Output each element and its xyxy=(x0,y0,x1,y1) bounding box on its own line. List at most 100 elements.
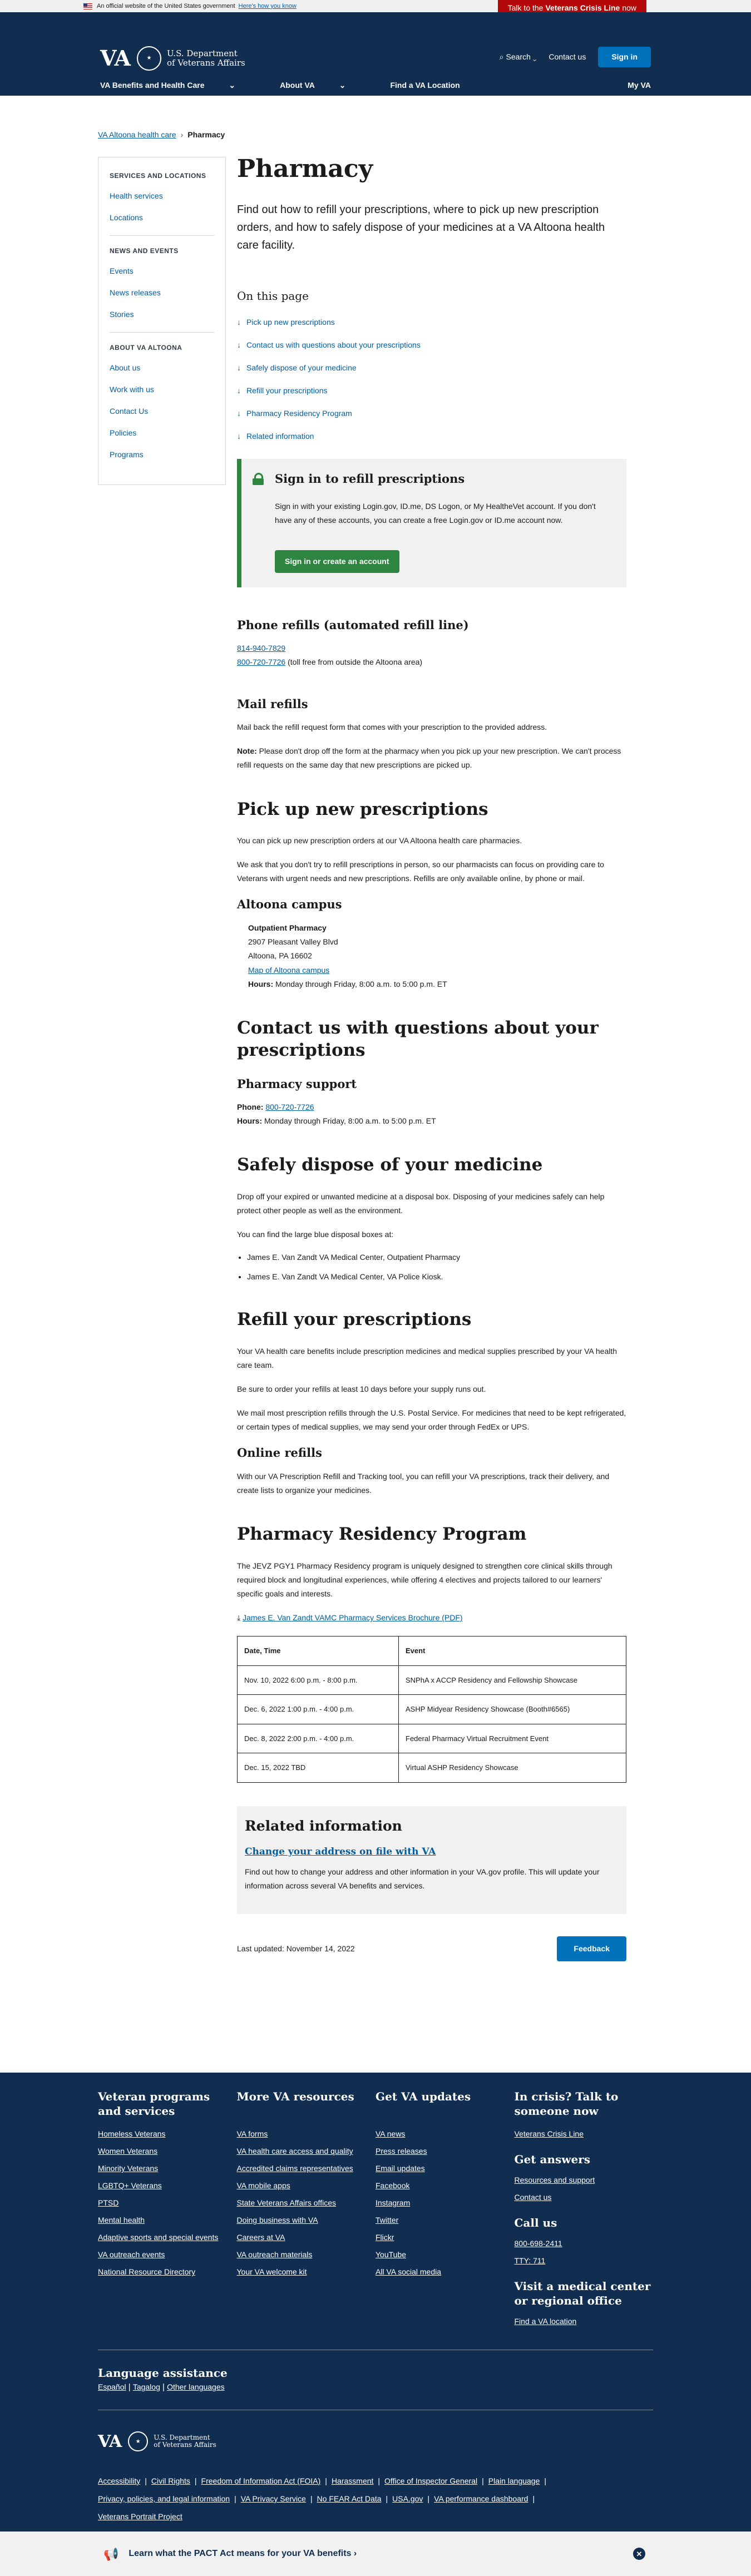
footer-link[interactable]: No FEAR Act Data xyxy=(317,2494,382,2503)
side-nav: SERVICES AND LOCATIONS Health services L… xyxy=(98,157,226,485)
footer-link[interactable]: VA news xyxy=(376,2128,515,2140)
close-icon[interactable]: ✕ xyxy=(633,2548,645,2560)
nav-find-location[interactable]: Find a VA Location xyxy=(390,80,460,91)
footer-link[interactable]: Careers at VA xyxy=(237,2232,376,2243)
footer-link[interactable]: Accredited claims representatives xyxy=(237,2163,376,2174)
tollfree-phone-link[interactable]: 800-720-7726 xyxy=(237,657,285,666)
feedback-button[interactable]: Feedback xyxy=(557,1936,626,1962)
search-button[interactable]: ⌕ Search ⌄ xyxy=(500,51,537,63)
sidenav-item-programs[interactable]: Programs xyxy=(110,444,214,466)
footer-link[interactable]: National Resource Directory xyxy=(98,2266,237,2278)
otp-link[interactable]: Refill your prescriptions xyxy=(237,379,626,402)
pact-text: Learn what the PACT Act means for your V… xyxy=(129,2549,357,2559)
footer-link[interactable]: Civil Rights xyxy=(151,2476,190,2485)
footer-link[interactable]: Resources and support xyxy=(515,2174,654,2186)
footer-link[interactable]: Mental health xyxy=(98,2214,237,2226)
footer-col-programs: Veteran programs and services Homeless V… xyxy=(98,2089,237,2333)
otp-link[interactable]: Pharmacy Residency Program xyxy=(237,402,626,425)
lang-link[interactable]: Español xyxy=(98,2382,126,2391)
sidenav-item-about[interactable]: About us xyxy=(110,357,214,379)
find-location-link[interactable]: Find a VA location xyxy=(515,2316,654,2327)
brochure-link[interactable]: James E. Van Zandt VAMC Pharmacy Service… xyxy=(243,1613,463,1622)
otp-link[interactable]: Related information xyxy=(237,425,626,448)
support-phone-link[interactable]: 800-720-7726 xyxy=(265,1102,314,1111)
crisis-line-link[interactable]: Veterans Crisis Line xyxy=(515,2128,654,2140)
footer-link[interactable]: Facebook xyxy=(376,2180,515,2192)
lang-link[interactable]: Other languages xyxy=(167,2382,225,2391)
footer-link[interactable]: Harassment xyxy=(332,2476,373,2485)
footer-link[interactable]: VA forms xyxy=(237,2128,376,2140)
footer-link[interactable]: State Veterans Affairs offices xyxy=(237,2197,376,2209)
sign-in-create-button[interactable]: Sign in or create an account xyxy=(275,550,399,573)
sign-in-button[interactable]: Sign in xyxy=(598,47,651,67)
contact-us-link[interactable]: Contact us xyxy=(549,51,586,63)
footer-link[interactable]: Office of Inspector General xyxy=(384,2476,477,2485)
footer-tty-link[interactable]: TTY: 711 xyxy=(515,2255,654,2267)
footer-heading: More VA resources xyxy=(236,2090,354,2104)
va-logo[interactable]: VA ★ U.S. Department of Veterans Affairs xyxy=(100,42,245,74)
heres-how-you-know-link[interactable]: Here's how you know xyxy=(239,2,297,11)
dispose-p1: Drop off your expired or unwanted medici… xyxy=(237,1191,605,1215)
sidenav-heading: ABOUT VA ALTOONA xyxy=(110,344,182,352)
sidenav-item-health-services[interactable]: Health services xyxy=(110,185,214,207)
footer-link[interactable]: Homeless Veterans xyxy=(98,2128,237,2140)
footer-link[interactable]: LGBTQ+ Veterans xyxy=(98,2180,237,2192)
sign-in-alert: Sign in to refill prescriptions Sign in … xyxy=(237,458,626,587)
footer-link[interactable]: Instagram xyxy=(376,2197,515,2209)
footer-link[interactable]: Freedom of Information Act (FOIA) xyxy=(201,2476,321,2485)
refill-p3: We mail most prescription refills throug… xyxy=(237,1408,626,1432)
table-row: Dec. 6, 2022 1:00 p.m. - 4:00 p.m. ASHP M… xyxy=(237,1694,626,1724)
site-footer: Veteran programs and services Homeless V… xyxy=(0,2073,751,2576)
sidenav-item-events[interactable]: Events xyxy=(110,260,214,282)
footer-link[interactable]: VA health care access and quality xyxy=(237,2145,376,2157)
phone-refills-heading: Phone refills (automated refill line) xyxy=(237,617,469,632)
footer-link[interactable]: VA outreach materials xyxy=(237,2249,376,2261)
change-address-link[interactable]: Change your address on file with VA xyxy=(245,1846,436,1857)
otp-link[interactable]: Pick up new prescriptions xyxy=(237,311,626,334)
footer-link[interactable]: Contact us xyxy=(515,2192,654,2203)
footer-link[interactable]: Email updates xyxy=(376,2163,515,2174)
footer-link[interactable]: Privacy, policies, and legal information xyxy=(98,2494,230,2503)
footer-logo[interactable]: VA ★ U.S. Department of Veterans Affairs xyxy=(98,2409,653,2454)
footer-link[interactable]: VA outreach events xyxy=(98,2249,237,2261)
footer-link[interactable]: Twitter xyxy=(376,2214,515,2226)
nav-about[interactable]: About VA ⌄ xyxy=(280,80,368,91)
sidenav-item-work[interactable]: Work with us xyxy=(110,379,214,401)
refill-phone-link[interactable]: 814-940-7829 xyxy=(237,644,285,652)
sidenav-item-locations[interactable]: Locations xyxy=(110,207,214,229)
nav-my-va[interactable]: My VA xyxy=(628,80,651,91)
footer-link[interactable]: PTSD xyxy=(98,2197,237,2209)
footer-link[interactable]: USA.gov xyxy=(392,2494,423,2503)
footer-link[interactable]: YouTube xyxy=(376,2249,515,2261)
footer-link[interactable]: All VA social media xyxy=(376,2266,515,2278)
pickup-heading: Pick up new prescriptions xyxy=(237,799,488,819)
footer-link[interactable]: VA mobile apps xyxy=(237,2180,376,2192)
lang-link[interactable]: Tagalog xyxy=(133,2382,160,2391)
breadcrumb-parent[interactable]: VA Altoona health care xyxy=(98,130,176,139)
otp-link[interactable]: Contact us with questions about your pre… xyxy=(237,334,626,357)
footer-link[interactable]: Doing business with VA xyxy=(237,2214,376,2226)
footer-phone-link[interactable]: 800-698-2411 xyxy=(515,2238,654,2249)
otp-link[interactable]: Safely dispose of your medicine xyxy=(237,357,626,379)
footer-link[interactable]: Veterans Portrait Project xyxy=(98,2512,182,2521)
footer-link[interactable]: VA Privacy Service xyxy=(241,2494,306,2503)
footer-link[interactable]: Flickr xyxy=(376,2232,515,2243)
sidenav-item-news[interactable]: News releases xyxy=(110,282,214,304)
footer-link[interactable]: Press releases xyxy=(376,2145,515,2157)
nav-benefits[interactable]: VA Benefits and Health Care ⌄ xyxy=(100,80,258,91)
sidenav-item-stories[interactable]: Stories xyxy=(110,304,214,325)
pact-act-banner[interactable]: 📢 Learn what the PACT Act means for your… xyxy=(0,2531,751,2576)
sidenav-item-contact[interactable]: Contact Us xyxy=(110,401,214,422)
footer-link[interactable]: VA performance dashboard xyxy=(434,2494,528,2503)
map-link[interactable]: Map of Altoona campus xyxy=(248,966,329,975)
events-table: Date, Time Event Nov. 10, 2022 6:00 p.m. … xyxy=(237,1636,626,1783)
footer-link[interactable]: Your VA welcome kit xyxy=(237,2266,376,2278)
footer-link[interactable]: Accessibility xyxy=(98,2476,140,2485)
footer-heading: Get answers xyxy=(514,2153,591,2167)
footer-link[interactable]: Adaptive sports and special events xyxy=(98,2232,237,2243)
footer-link[interactable]: Women Veterans xyxy=(98,2145,237,2157)
footer-link[interactable]: Minority Veterans xyxy=(98,2163,237,2174)
footer-link[interactable]: Plain language xyxy=(488,2476,540,2485)
footer-heading: Visit a medical center or regional offic… xyxy=(514,2280,651,2308)
sidenav-item-policies[interactable]: Policies xyxy=(110,422,214,444)
